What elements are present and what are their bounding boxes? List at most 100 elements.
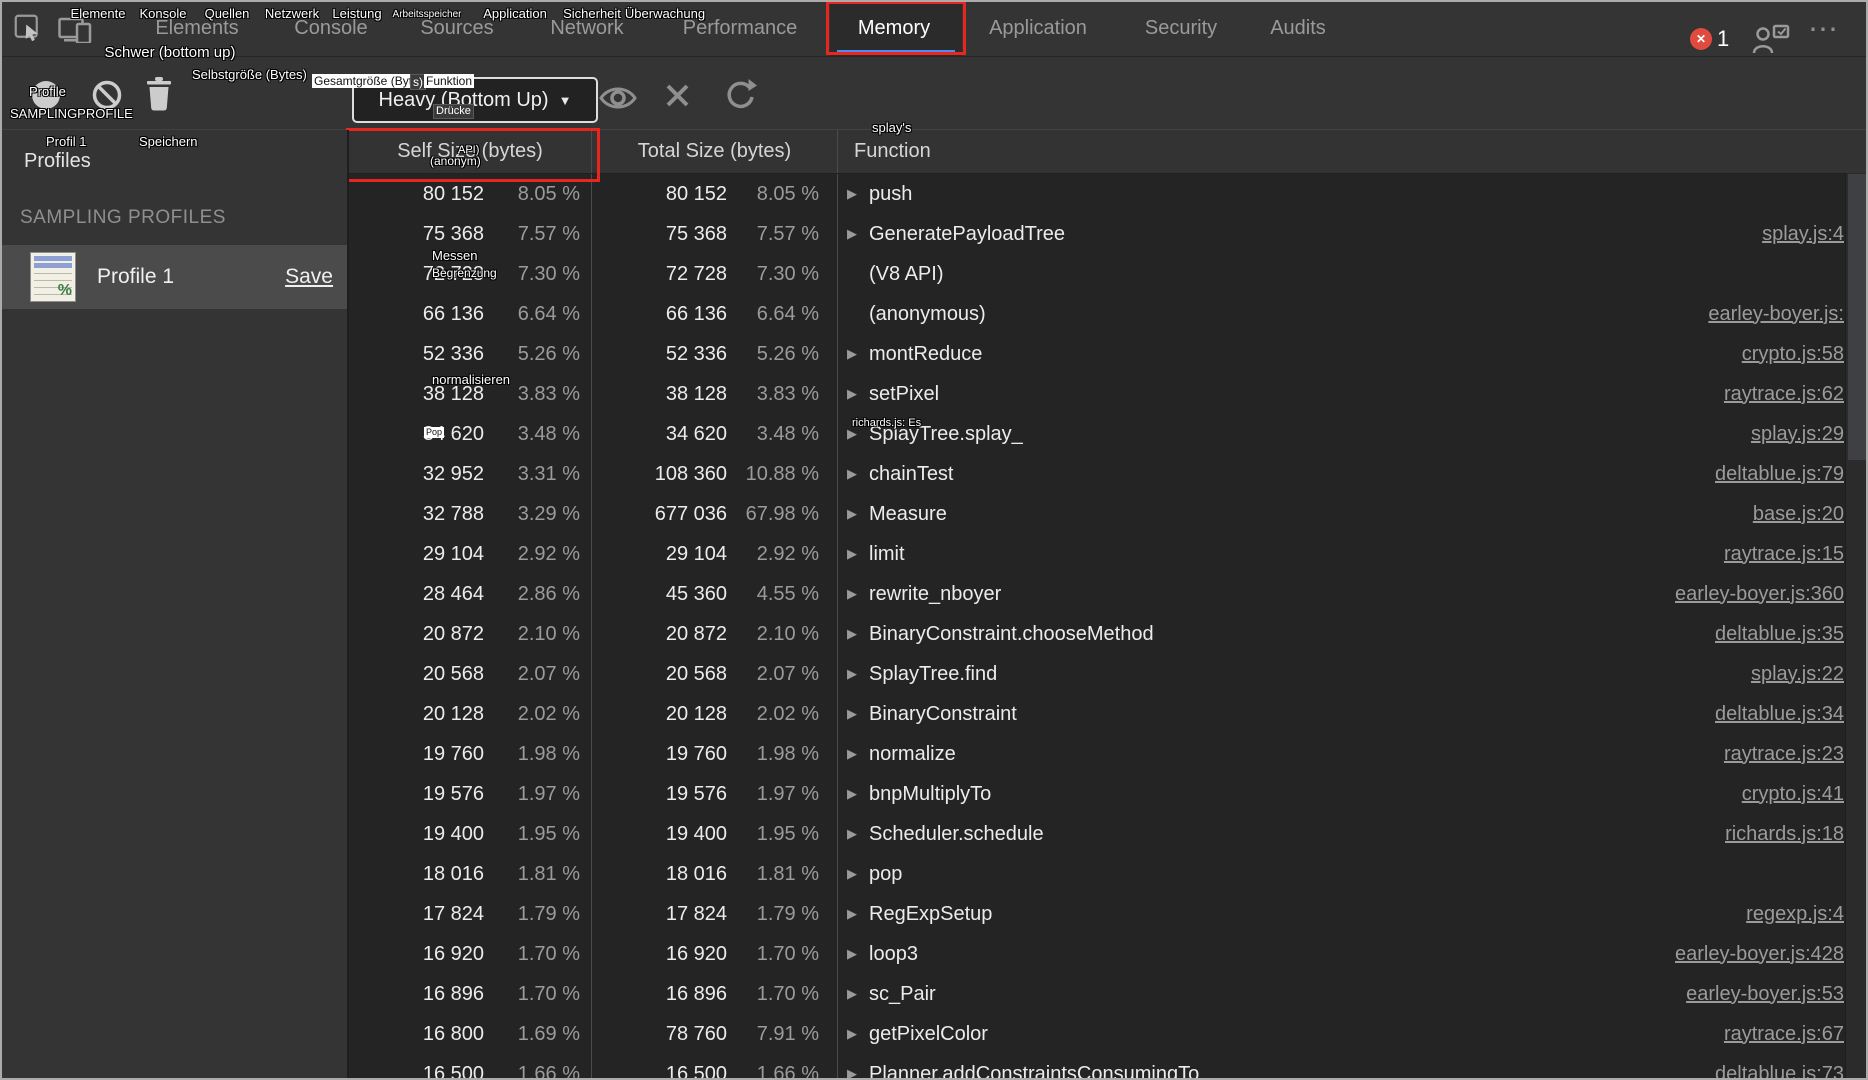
expand-arrow-icon[interactable]: ▶ (847, 866, 862, 882)
expand-arrow-icon[interactable]: ▶ (847, 666, 862, 682)
table-row[interactable]: 52 336 5.26 % 52 336 5.26 % ▶ montReduce crypt… (349, 334, 1868, 374)
table-row[interactable]: 29 104 2.92 % 29 104 2.92 % ▶ limit raytrace.j… (349, 534, 1868, 574)
total-size-bytes: 78 760 (665, 1022, 727, 1045)
tab-audits[interactable]: Audits (1270, 0, 1326, 56)
device-toolbar-icon[interactable] (58, 16, 92, 43)
expand-arrow-icon[interactable]: ▶ (847, 186, 862, 202)
total-size-bytes: 20 128 (665, 702, 727, 725)
record-profile-icon[interactable] (31, 80, 61, 110)
total-size-percent: 1.97 % (756, 782, 819, 805)
profile-view-select-value: Heavy (Bottom Up) (378, 88, 549, 111)
source-location-link[interactable]: earley-boyer.js:53 (1686, 983, 1868, 1006)
error-badge-icon[interactable]: ✕ (1690, 28, 1712, 50)
expand-arrow-icon[interactable]: ▶ (847, 986, 862, 1002)
function-name: getPixelColor (869, 1022, 988, 1045)
table-row[interactable]: 75 368 7.57 % 75 368 7.57 % ▶ GeneratePayload… (349, 214, 1868, 254)
column-header-total-size[interactable]: Total Size (bytes) (592, 130, 838, 173)
profile-list-item[interactable]: % Profile 1 Save (0, 245, 347, 309)
total-size-percent: 4.55 % (756, 582, 819, 605)
self-size-percent: 1.70 % (517, 982, 580, 1005)
refresh-icon[interactable] (723, 78, 757, 112)
table-row[interactable]: 80 152 8.05 % 80 152 8.05 % ▶ push (349, 174, 1868, 214)
source-location-link[interactable]: earley-boyer.js:428 (1675, 943, 1868, 966)
more-options-icon[interactable]: ⋯ (1808, 12, 1841, 47)
self-size-bytes: 32 788 (422, 502, 484, 525)
expand-arrow-icon[interactable]: ▶ (847, 1066, 862, 1080)
total-size-percent: 7.57 % (756, 222, 819, 245)
expand-arrow-icon[interactable]: ▶ (847, 426, 862, 442)
function-name: normalize (869, 742, 956, 765)
table-row[interactable]: 19 576 1.97 % 19 576 1.97 % ▶ bnpMultiplyTo cr… (349, 774, 1868, 814)
table-row[interactable]: 32 952 3.31 % 108 360 10.88 % ▶ chainTest delt… (349, 454, 1868, 494)
eye-icon[interactable] (598, 83, 638, 113)
table-row[interactable]: 66 1366.64 %66 1366.64 %▶(anonymous)earl… (349, 294, 1868, 334)
expand-arrow-icon[interactable]: ▶ (847, 786, 862, 802)
expand-arrow-icon[interactable]: ▶ (847, 946, 862, 962)
expand-arrow-icon[interactable]: ▶ (847, 1026, 862, 1042)
self-size-bytes: 29 104 (422, 542, 484, 565)
profile-name: Profile 1 (97, 265, 175, 288)
table-row[interactable]: 16 896 1.70 % 16 896 1.70 % ▶ sc_Pair earley-b… (349, 974, 1868, 1014)
profile-view-select[interactable]: Heavy (Bottom Up) ▼ (352, 77, 598, 123)
column-header-function[interactable]: Function (838, 130, 1868, 173)
table-row[interactable]: 20 128 2.02 % 20 128 2.02 % ▶ BinaryConstrain… (349, 694, 1868, 734)
total-size-percent: 7.30 % (756, 262, 819, 285)
table-row[interactable]: 38 128 3.83 % 38 128 3.83 % ▶ setPixel raytrac… (349, 374, 1868, 414)
table-row[interactable]: 16 920 1.70 % 16 920 1.70 % ▶ loop3 earley-boy… (349, 934, 1868, 974)
self-size-percent: 2.86 % (517, 582, 580, 605)
tab-elements[interactable]: Elements (155, 0, 238, 56)
clear-block-icon[interactable] (92, 80, 122, 110)
tab-sources[interactable]: Sources (420, 0, 493, 56)
inspect-element-icon[interactable] (14, 14, 42, 42)
tab-network[interactable]: Network (550, 0, 623, 56)
table-row[interactable]: 28 464 2.86 % 45 360 4.55 % ▶ rewrite_nboyer e… (349, 574, 1868, 614)
delete-trash-icon[interactable] (143, 76, 175, 112)
column-header-self-size[interactable]: Self Size (bytes) (349, 130, 592, 173)
tab-application[interactable]: Application (989, 0, 1087, 56)
expand-arrow-icon[interactable]: ▶ (847, 906, 862, 922)
save-profile-link[interactable]: Save (285, 265, 333, 289)
self-size-bytes: 20 128 (422, 702, 484, 725)
table-row[interactable]: 18 016 1.81 % 18 016 1.81 % ▶ pop (349, 854, 1868, 894)
expand-arrow-icon[interactable]: ▶ (847, 226, 862, 242)
tab-performance[interactable]: Performance (683, 0, 798, 56)
expand-arrow-icon[interactable]: ▶ (847, 506, 862, 522)
tab-security[interactable]: Security (1145, 0, 1217, 56)
table-row[interactable]: 16 800 1.69 % 78 760 7.91 % ▶ getPixelColor ra… (349, 1014, 1868, 1054)
total-size-bytes: 16 920 (665, 942, 727, 965)
table-row[interactable]: 20 568 2.07 % 20 568 2.07 % ▶ SplayTree.find s… (349, 654, 1868, 694)
total-size-percent: 1.70 % (756, 982, 819, 1005)
table-row[interactable]: 20 872 2.10 % 20 872 2.10 % ▶ BinaryConstrain… (349, 614, 1868, 654)
expand-arrow-icon[interactable]: ▶ (847, 546, 862, 562)
expand-arrow-icon[interactable]: ▶ (847, 826, 862, 842)
remote-devices-person-icon[interactable] (1752, 24, 1790, 54)
expand-arrow-icon[interactable]: ▶ (847, 626, 862, 642)
table-row[interactable]: 16 500 1.66 % 16 500 1.66 % ▶ Planner.addCons… (349, 1054, 1868, 1080)
expand-arrow-icon[interactable]: ▶ (847, 586, 862, 602)
heavy-profile-table: Self Size (bytes) Total Size (bytes) Fun… (349, 130, 1868, 1080)
self-size-percent: 1.79 % (517, 902, 580, 925)
self-size-percent: 6.64 % (517, 302, 580, 325)
tab-console[interactable]: Console (294, 0, 367, 56)
self-size-percent: 1.81 % (517, 862, 580, 885)
scrollbar-thumb[interactable] (1848, 174, 1866, 460)
table-row[interactable]: 19 760 1.98 % 19 760 1.98 % ▶ normalize raytra… (349, 734, 1868, 774)
table-row[interactable]: 19 400 1.95 % 19 400 1.95 % ▶ Scheduler.sched… (349, 814, 1868, 854)
table-row[interactable]: 34 620 3.48 % 34 620 3.48 % ▶ SplayTree.splay… (349, 414, 1868, 454)
error-count: 1 (1717, 26, 1730, 51)
expand-arrow-icon[interactable]: ▶ (847, 746, 862, 762)
expand-arrow-icon[interactable]: ▶ (847, 386, 862, 402)
total-size-percent: 3.83 % (756, 382, 819, 405)
vertical-scrollbar[interactable] (1845, 173, 1868, 1080)
expand-arrow-icon[interactable]: ▶ (847, 706, 862, 722)
table-row[interactable]: 17 824 1.79 % 17 824 1.79 % ▶ RegExpSetup rege… (349, 894, 1868, 934)
table-row[interactable]: 72 7287.30 %72 7287.30 %▶(V8 API) (349, 254, 1868, 294)
expand-arrow-icon[interactable]: ▶ (847, 466, 862, 482)
expand-arrow-icon[interactable]: ▶ (847, 346, 862, 362)
source-location-link[interactable]: earley-boyer.js:360 (1675, 583, 1868, 606)
table-row[interactable]: 32 788 3.29 % 677 036 67.98 % ▶ Measure base.j… (349, 494, 1868, 534)
tab-memory[interactable]: Memory (858, 0, 930, 56)
self-size-bytes: 17 824 (422, 902, 484, 925)
total-size-bytes: 38 128 (665, 382, 727, 405)
close-icon[interactable] (664, 82, 691, 109)
